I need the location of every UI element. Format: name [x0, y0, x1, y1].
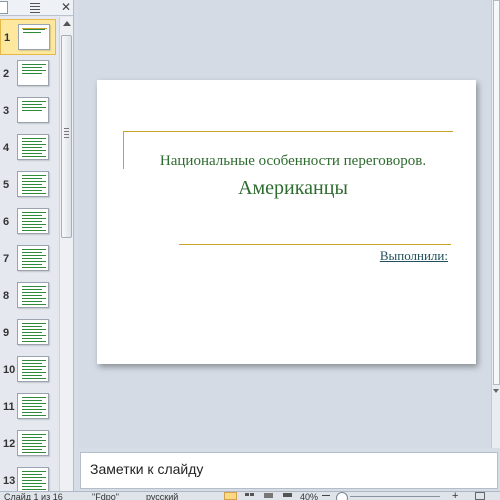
slide-title[interactable]: Национальные особенности переговоров. [127, 153, 459, 170]
slide-number: 6 [3, 216, 10, 228]
slide-number: 5 [3, 179, 10, 191]
slide-number: 1 [4, 32, 11, 44]
slide-subtitle[interactable]: Американцы [175, 177, 411, 200]
zoom-slider[interactable] [350, 496, 440, 497]
slide-thumbnail-row[interactable]: 13 [0, 463, 58, 491]
left-decor-line [123, 131, 124, 169]
editor-scrollbar[interactable] [491, 0, 500, 448]
slide-thumbnail-row[interactable]: 9 [0, 315, 58, 351]
slide-thumbnail-row[interactable]: 10 [0, 352, 58, 388]
slide-thumbnail-row[interactable]: 3 [0, 93, 58, 129]
slide-thumbnail-row[interactable]: 11 [0, 389, 58, 425]
scrollbar-thumb[interactable] [61, 35, 72, 238]
slide-thumbnail[interactable] [17, 430, 49, 456]
slide-thumbnail[interactable] [17, 208, 49, 234]
slide-number: 10 [3, 364, 16, 376]
status-bar: Слайд 1 из 16 "Fdpo" русский 40% + [0, 491, 500, 500]
notes-placeholder[interactable]: Заметки к слайду [90, 461, 203, 477]
slide-sorter-view-button[interactable] [243, 492, 256, 500]
fit-to-window-icon[interactable] [475, 492, 485, 500]
slide-thumbnail[interactable] [17, 282, 49, 308]
slideshow-button[interactable] [281, 492, 294, 500]
slide-counter: Слайд 1 из 16 [4, 492, 63, 500]
panel-tabs: ✕ [0, 0, 73, 16]
slide-thumbnail-row[interactable]: 4 [0, 130, 58, 166]
top-decor-line [123, 131, 453, 132]
slide-number: 7 [3, 253, 10, 265]
notes-pane[interactable]: Заметки к слайду [80, 452, 498, 489]
zoom-out-icon[interactable] [322, 495, 330, 496]
slide-author-label[interactable]: Выполнили: [337, 248, 448, 264]
slide-thumbnail[interactable] [18, 24, 50, 50]
slide-number: 2 [3, 68, 10, 80]
zoom-level[interactable]: 40% [300, 492, 318, 500]
slide-thumbnail[interactable] [17, 171, 49, 197]
reading-view-button[interactable] [262, 492, 275, 500]
current-slide[interactable]: Национальные особенности переговоров. Ам… [97, 80, 476, 364]
slide-thumbnail[interactable] [17, 134, 49, 160]
slide-thumbnail[interactable] [17, 356, 49, 382]
slide-number: 12 [3, 438, 16, 450]
theme-name: "Fdpo" [92, 492, 119, 500]
slides-panel: ✕ 1 2 3 4 5 6 7 8 9 10 11 12 13 [0, 0, 74, 491]
scroll-up-icon[interactable] [63, 21, 71, 26]
slide-number: 9 [3, 327, 10, 339]
bottom-decor-line [179, 244, 451, 245]
slide-thumbnail-row[interactable]: 1 [0, 19, 56, 55]
outline-tab-icon[interactable] [28, 1, 42, 14]
close-icon[interactable]: ✕ [61, 1, 71, 14]
slide-thumbnail[interactable] [17, 97, 49, 123]
slide-number: 11 [3, 401, 15, 413]
slide-thumbnail-row[interactable]: 6 [0, 204, 58, 240]
editor-scrollbar-thumb[interactable] [493, 0, 500, 385]
zoom-slider-knob[interactable] [336, 492, 348, 500]
language-indicator[interactable]: русский [146, 492, 178, 500]
slide-thumbnail-row[interactable]: 2 [0, 56, 58, 92]
slide-thumbnail[interactable] [17, 245, 49, 271]
slide-thumbnail[interactable] [17, 467, 49, 491]
slide-thumbnail-row[interactable]: 7 [0, 241, 58, 277]
slides-panel-scrollbar[interactable] [59, 17, 73, 491]
normal-view-button[interactable] [224, 492, 237, 500]
slide-number: 3 [3, 105, 10, 117]
zoom-in-icon[interactable]: + [452, 492, 458, 500]
slide-number: 8 [3, 290, 10, 302]
slide-thumbnail-row[interactable]: 8 [0, 278, 58, 314]
scroll-down-icon[interactable] [493, 389, 499, 393]
slide-thumbnail-row[interactable]: 5 [0, 167, 58, 203]
slide-thumbnail[interactable] [17, 60, 49, 86]
slide-number: 13 [3, 475, 16, 487]
slides-tab[interactable] [0, 1, 8, 14]
slide-thumbnail[interactable] [17, 319, 49, 345]
slide-thumbnail[interactable] [17, 393, 49, 419]
slide-number: 4 [3, 142, 10, 154]
slide-thumbnail-row[interactable]: 12 [0, 426, 58, 462]
